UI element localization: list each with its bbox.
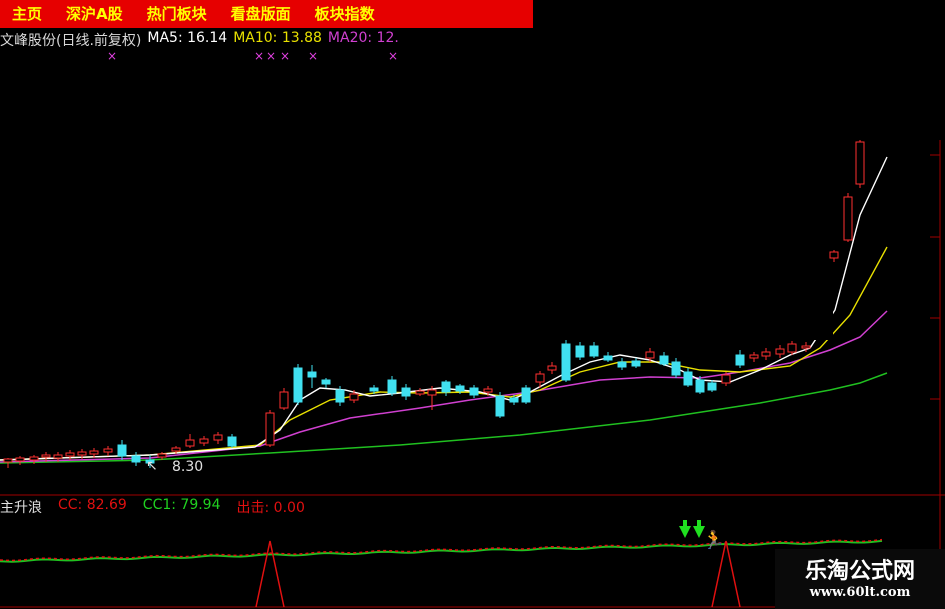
- cross-marker-icon: ×: [254, 49, 264, 63]
- candle-body-up: [547, 365, 557, 371]
- candle-body-down: [401, 387, 411, 397]
- candle-body-down: [131, 455, 141, 463]
- candle-body-down: [369, 387, 379, 392]
- tab-home[interactable]: 主页: [0, 0, 54, 28]
- candle-body-up: [349, 393, 359, 401]
- candle-body-up: [213, 434, 223, 441]
- indicator-label-line: 主升浪 CC: 82.69 CC1: 79.94 出击: 0.00: [0, 497, 305, 517]
- candle-body-up: [77, 451, 87, 456]
- candle-body-up: [53, 454, 63, 459]
- candle-body-up: [89, 450, 99, 455]
- candle-body-up: [843, 196, 853, 241]
- cross-marker-icon: ×: [266, 49, 276, 63]
- candle-body-down: [671, 361, 681, 376]
- cover-box-middle: [108, 265, 833, 340]
- cc-value: CC: 82.69: [58, 497, 127, 513]
- candle-body-up: [829, 251, 839, 259]
- candle-body-down: [589, 345, 599, 357]
- cross-marker-icon: ×: [107, 49, 117, 63]
- candle-body-up: [721, 374, 731, 384]
- down-arrow-icon: [679, 526, 691, 538]
- chuji-value: 出击: 0.00: [236, 500, 305, 516]
- candle-body-down: [561, 343, 571, 381]
- cover-box-top-right: [535, 0, 945, 140]
- candle-body-up: [775, 348, 785, 355]
- candle-body-up: [199, 438, 209, 444]
- candle-body-down: [521, 387, 531, 403]
- tab-shenhu-a[interactable]: 深沪A股: [54, 0, 135, 28]
- candle-body-up: [415, 390, 425, 395]
- candle-body-down: [293, 367, 303, 403]
- candle-body-down: [659, 355, 669, 365]
- candle-body-up: [279, 391, 289, 409]
- tab-sector-index[interactable]: 板块指数: [303, 0, 387, 28]
- candle-body-down: [617, 361, 627, 368]
- down-arrow-stem: [697, 520, 701, 527]
- candle-body-down: [683, 371, 693, 386]
- candle-body-up: [801, 345, 811, 349]
- candle-body-up: [787, 343, 797, 353]
- candle-body-up: [185, 439, 195, 447]
- candle-body-down: [631, 360, 641, 367]
- stock-title: 文峰股份(日线.前复权): [0, 33, 142, 49]
- candle-body-up: [855, 141, 865, 185]
- watermark-name: 乐淘公式网: [804, 559, 915, 584]
- watermark-url: www.60lt.com: [809, 585, 911, 600]
- candle-body-down: [603, 355, 613, 361]
- candle-body-down: [735, 354, 745, 366]
- candle-body-down: [117, 444, 127, 457]
- candle-body-up: [41, 454, 51, 458]
- candle-body-down: [321, 379, 331, 385]
- runner-icon: 🏃: [703, 529, 725, 551]
- cross-marker-icon: ×: [388, 49, 398, 63]
- low-price-label: 8.30: [172, 459, 204, 475]
- candle-body-down: [707, 382, 717, 391]
- candle-body-up: [483, 388, 493, 393]
- chuji-spike: [255, 540, 285, 608]
- candle-body-up: [171, 447, 181, 452]
- cc1-value: CC1: 79.94: [142, 497, 221, 513]
- candle-body-down: [469, 387, 479, 396]
- candle-body-up: [29, 456, 39, 461]
- candle-body-up: [157, 453, 167, 458]
- indicator-lines: [0, 538, 883, 608]
- candle-body-down: [495, 395, 505, 417]
- low-price-arrow-icon: ↖: [146, 458, 158, 474]
- chart-grid: [0, 140, 945, 608]
- ma20-value: MA20: 12.: [327, 30, 399, 46]
- candle-body-down: [227, 436, 237, 447]
- candle-body-up: [15, 457, 25, 462]
- down-arrow-stem: [683, 520, 687, 527]
- candle-body-up: [535, 373, 545, 383]
- candle-body-down: [509, 397, 519, 403]
- ma10-value: MA10: 13.88: [233, 30, 322, 46]
- candle-body-up: [103, 448, 113, 453]
- candle-body-down: [307, 371, 317, 378]
- candle-body-down: [455, 385, 465, 392]
- candle-body-up: [645, 351, 655, 359]
- candle-body-down: [695, 379, 705, 393]
- ma-info-line: 文峰股份(日线.前复权) MA5: 16.14 MA10: 13.88 MA20…: [0, 30, 399, 49]
- candle-body-up: [427, 389, 437, 396]
- cross-marker-icon: ×: [280, 49, 290, 63]
- candle-body-down: [387, 379, 397, 394]
- candle-body-up: [265, 412, 275, 446]
- indicator-name: 主升浪: [0, 500, 42, 516]
- cross-marker-icon: ×: [308, 49, 318, 63]
- top-menu-bar: 主页 深沪A股 热门板块 看盘版面 板块指数: [0, 0, 533, 28]
- candle-body-up: [761, 351, 771, 357]
- watermark: 乐淘公式网 www.60lt.com: [775, 549, 945, 609]
- tab-hot-sectors[interactable]: 热门板块: [135, 0, 219, 28]
- tab-layout[interactable]: 看盘版面: [219, 0, 303, 28]
- ma5-value: MA5: 16.14: [147, 30, 228, 46]
- candle-body-down: [441, 381, 451, 393]
- candle-body-down: [575, 345, 585, 358]
- candle-body-up: [65, 452, 75, 457]
- candle-body-down: [335, 389, 345, 403]
- candle-body-up: [749, 354, 759, 359]
- candle-body-up: [3, 458, 13, 463]
